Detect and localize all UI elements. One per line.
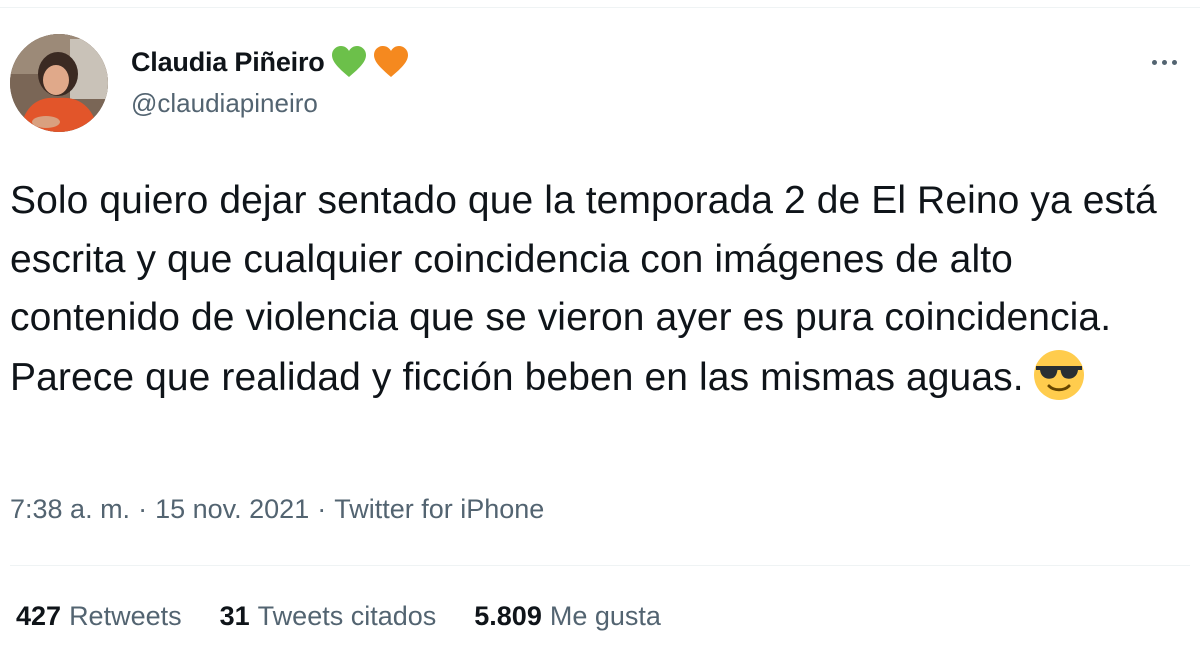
author-display-name[interactable]: Claudia Piñeiro [131,47,325,78]
smiling-face-with-sunglasses-icon [1032,348,1086,402]
top-divider [0,0,1200,8]
green-heart-icon [331,45,367,79]
tweet-text-content: Solo quiero dejar sentado que la tempora… [10,179,1157,399]
quotes-label: Tweets citados [257,601,437,631]
retweets-count: 427 [16,601,62,631]
meta-separator: · [317,494,327,524]
tweet-date[interactable]: 15 nov. 2021 [155,494,309,524]
tweet-source[interactable]: Twitter for iPhone [334,494,544,524]
author-handle[interactable]: @claudiapineiro [131,88,318,119]
meta-separator: · [138,494,148,524]
tweet-stats: 427 Retweets 31 Tweets citados 5.809 Me … [16,601,661,632]
quotes-stat[interactable]: 31 Tweets citados [220,601,437,632]
more-options-icon[interactable] [1146,44,1182,80]
retweets-stat[interactable]: 427 Retweets [16,601,182,632]
stats-divider [10,565,1190,566]
likes-label: Me gusta [549,601,661,631]
likes-stat[interactable]: 5.809 Me gusta [474,601,661,632]
tweet-meta: 7:38 a. m. · 15 nov. 2021 · Twitter for iPho… [10,494,544,525]
tweet-card: Claudia Piñeiro @claudiapineiro Solo qui… [0,0,1200,659]
orange-heart-icon [373,45,409,79]
tweet-text: Solo quiero dejar sentado que la tempora… [10,172,1180,407]
avatar[interactable] [10,34,108,132]
tweet-time[interactable]: 7:38 a. m. [10,494,130,524]
likes-count: 5.809 [474,601,542,631]
quotes-count: 31 [219,601,250,631]
author-name-row: Claudia Piñeiro [131,44,409,80]
retweets-label: Retweets [69,601,182,631]
